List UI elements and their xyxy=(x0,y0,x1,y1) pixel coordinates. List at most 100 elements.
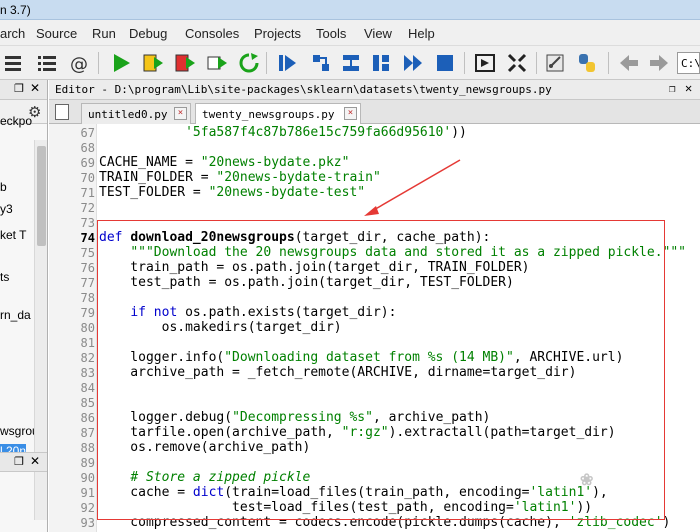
explorer-item[interactable]: ket T xyxy=(0,228,26,242)
list-icon[interactable] xyxy=(2,52,24,74)
continue-icon[interactable] xyxy=(402,52,424,74)
browse-tabs-icon[interactable] xyxy=(55,104,69,120)
code-token: 'zlib_codec' xyxy=(568,515,663,530)
code-token: def xyxy=(99,230,131,245)
code-line[interactable]: # Store a zipped pickle xyxy=(99,470,310,485)
close-tab-icon[interactable]: × xyxy=(174,107,187,120)
step-into-icon[interactable] xyxy=(340,52,362,74)
scrollbar-thumb[interactable] xyxy=(37,146,46,246)
close-pane-icon[interactable]: ✕ xyxy=(685,81,692,95)
code-line[interactable]: os.makedirs(target_dir) xyxy=(99,320,342,335)
code-token: ), xyxy=(592,485,608,500)
menu-item-tools[interactable]: Tools xyxy=(316,26,346,41)
working-directory-box[interactable]: C:\ xyxy=(677,52,700,74)
outline-icon[interactable] xyxy=(36,52,58,74)
menu-item-help[interactable]: Help xyxy=(408,26,435,41)
close-pane-icon[interactable]: ✕ xyxy=(30,81,40,95)
stop-icon[interactable] xyxy=(434,52,456,74)
code-line[interactable]: cache = dict(train=load_files(train_path… xyxy=(99,485,608,500)
code-token: cache = xyxy=(99,485,193,500)
back-arrow-icon[interactable] xyxy=(618,52,640,74)
line-number: 85 xyxy=(80,396,95,410)
run-icon[interactable] xyxy=(110,52,132,74)
code-line[interactable]: tarfile.open(archive_path, "r:gz").extra… xyxy=(99,425,615,440)
line-number: 92 xyxy=(80,501,95,515)
code-token: os.makedirs(target_dir) xyxy=(99,320,342,335)
menu-item-view[interactable]: View xyxy=(364,26,392,41)
code-line[interactable]: logger.debug("Decompressing %s", archive… xyxy=(99,410,490,425)
undock-icon[interactable]: ❐ xyxy=(14,82,24,95)
line-number: 90 xyxy=(80,471,95,485)
explorer-item[interactable]: rn_da xyxy=(0,308,31,322)
code-line[interactable]: archive_path = _fetch_remote(ARCHIVE, di… xyxy=(99,365,576,380)
code-line[interactable]: CACHE_NAME = "20news-bydate.pkz" xyxy=(99,155,349,170)
forward-arrow-icon[interactable] xyxy=(648,52,670,74)
code-editor[interactable]: 67 68 69 70 71 72 73 74 75 76 77 78 79 80 81 82 83 84 85 86… xyxy=(49,124,700,532)
code-line[interactable]: os.remove(archive_path) xyxy=(99,440,310,455)
menu-item-projects[interactable]: Projects xyxy=(254,26,301,41)
at-sign-icon[interactable]: @ xyxy=(68,52,90,74)
menu-item-consoles[interactable]: Consoles xyxy=(185,26,239,41)
preferences-icon[interactable] xyxy=(544,52,566,74)
explorer-item[interactable]: wsgrou xyxy=(0,424,39,438)
line-number: 88 xyxy=(80,441,95,455)
editor-path-label: Editor - D:\program\Lib\site-packages\sk… xyxy=(55,83,552,96)
maximize-pane-icon[interactable] xyxy=(474,52,496,74)
line-number: 89 xyxy=(80,456,95,470)
line-number: 79 xyxy=(80,306,95,320)
code-line[interactable]: '5fa587f4c87b786e15c759fa66d95610')) xyxy=(99,125,467,140)
line-number: 81 xyxy=(80,336,95,350)
code-line[interactable]: test=load_files(test_path, encoding='lat… xyxy=(99,500,592,515)
line-number: 82 xyxy=(80,351,95,365)
panel-header: ❐ ✕ xyxy=(0,80,47,100)
explorer-item[interactable]: eckpo xyxy=(0,114,32,128)
close-tab-icon[interactable]: × xyxy=(344,107,357,120)
run-cell-icon[interactable] xyxy=(142,52,164,74)
explorer-item[interactable]: ts xyxy=(0,270,9,284)
step-icon[interactable] xyxy=(310,52,332,74)
code-line[interactable]: compressed_content = codecs.encode(pickl… xyxy=(99,515,670,530)
code-token: train_path = os.path.join(target_dir, TR… xyxy=(99,260,530,275)
file-explorer-panel: ❐ ✕ ⚙ eckpo b y3 ket Tts rn_da wsgrou l 20n ❐ … xyxy=(0,80,48,532)
debug-icon[interactable] xyxy=(276,52,298,74)
code-line[interactable]: """Download the 20 newsgroups data and s… xyxy=(99,245,686,260)
run-cell-advance-icon[interactable] xyxy=(174,52,196,74)
code-token: archive_path = _fetch_remote(ARCHIVE, di… xyxy=(99,365,577,380)
code-line[interactable]: test_path = os.path.join(target_dir, TES… xyxy=(99,275,514,290)
line-number: 91 xyxy=(80,486,95,500)
code-token: "20news-bydate-test" xyxy=(208,185,366,200)
tab-twenty-newsgroups[interactable]: twenty_newsgroups.py × xyxy=(195,103,361,125)
undock-icon[interactable]: ❐ xyxy=(14,455,24,468)
tab-label: twenty_newsgroups.py xyxy=(202,108,335,121)
code-line[interactable]: logger.info("Downloading dataset from %s… xyxy=(99,350,623,365)
code-line[interactable]: TEST_FOLDER = "20news-bydate-test" xyxy=(99,185,365,200)
code-line[interactable]: def download_20newsgroups(target_dir, ca… xyxy=(99,230,490,245)
code-token: logger.info( xyxy=(99,350,225,365)
code-line[interactable]: TRAIN_FOLDER = "20news-bydate-train" xyxy=(99,170,381,185)
fullscreen-icon[interactable] xyxy=(506,52,528,74)
code-line[interactable]: train_path = os.path.join(target_dir, TR… xyxy=(99,260,529,275)
code-token: """Download the 20 newsgroups data and s… xyxy=(130,245,687,260)
code-token: test_path = os.path.join(target_dir, TES… xyxy=(99,275,514,290)
menu-item-run[interactable]: Run xyxy=(92,26,116,41)
line-number: 76 xyxy=(80,261,95,275)
rerun-icon[interactable] xyxy=(238,52,260,74)
code-line[interactable]: if not os.path.exists(target_dir): xyxy=(99,305,396,320)
undock-icon[interactable]: ❐ xyxy=(669,82,676,95)
python-path-icon[interactable] xyxy=(576,52,598,74)
explorer-item[interactable]: b xyxy=(0,180,7,194)
menu-item-arch[interactable]: arch xyxy=(0,26,25,41)
step-return-icon[interactable] xyxy=(370,52,392,74)
menu-item-source[interactable]: Source xyxy=(36,26,77,41)
tab-untitled0[interactable]: untitled0.py × xyxy=(81,103,191,124)
line-number: 69 xyxy=(80,156,95,170)
menu-item-debug[interactable]: Debug xyxy=(129,26,167,41)
close-pane-icon[interactable]: ✕ xyxy=(30,454,40,468)
menu-bar: arch Source Run Debug Consoles Projects Tools V… xyxy=(0,20,700,46)
window-title: n 3.7) xyxy=(0,3,31,17)
run-selection-icon[interactable] xyxy=(206,52,228,74)
code-token: if not xyxy=(130,305,178,320)
explorer-item[interactable]: y3 xyxy=(0,202,13,216)
